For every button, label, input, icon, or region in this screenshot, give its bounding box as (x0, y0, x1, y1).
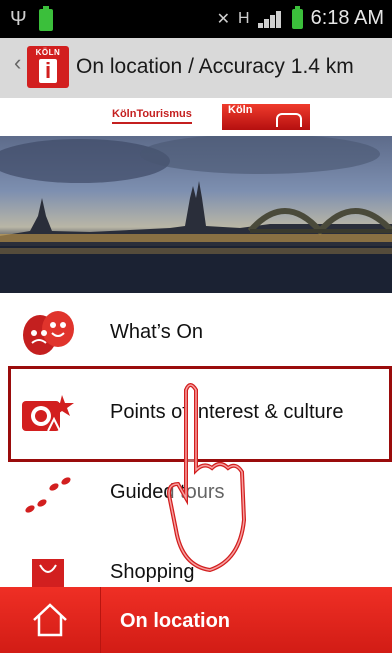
brand-strip: KölnTourismus Köln (0, 98, 392, 136)
battery-icon (291, 5, 303, 29)
koln-badge-text: Köln (228, 104, 253, 116)
menu-item-label: What’s On (110, 321, 203, 343)
tap-hand-icon (167, 383, 247, 573)
usb-icon: Ψ (10, 8, 27, 30)
action-bar: ‹ KÖLN i On location / Accuracy 1.4 km (0, 38, 392, 99)
status-bar: Ψ ✕ H 6:18 AM (0, 0, 392, 38)
signal-icon (257, 10, 284, 28)
theater-masks-icon (23, 311, 74, 355)
koln-badge-logo: Köln (222, 104, 310, 130)
clock: 6:18 AM (310, 7, 384, 29)
menu-item-whats-on[interactable]: What’s On (0, 293, 392, 374)
home-button[interactable] (0, 587, 101, 653)
cologne-skyline-image (0, 136, 392, 293)
info-i-icon: i (39, 59, 57, 83)
bottom-bar: On location (0, 587, 392, 653)
battery-full-icon (38, 5, 53, 31)
app-logo[interactable]: KÖLN i (27, 46, 69, 88)
koln-tourismus-logo: KölnTourismus (112, 108, 192, 124)
home-icon (33, 603, 67, 637)
dome-icon (276, 113, 302, 127)
page-title: On location / Accuracy 1.4 km (76, 55, 354, 78)
mute-icon: ✕ (216, 10, 231, 28)
back-chevron-icon[interactable]: ‹ (14, 50, 21, 76)
network-type-label: H (238, 9, 250, 27)
footprints-icon (25, 477, 71, 513)
bottom-bar-label[interactable]: On location (120, 610, 230, 633)
logo-text: KÖLN (35, 48, 61, 57)
